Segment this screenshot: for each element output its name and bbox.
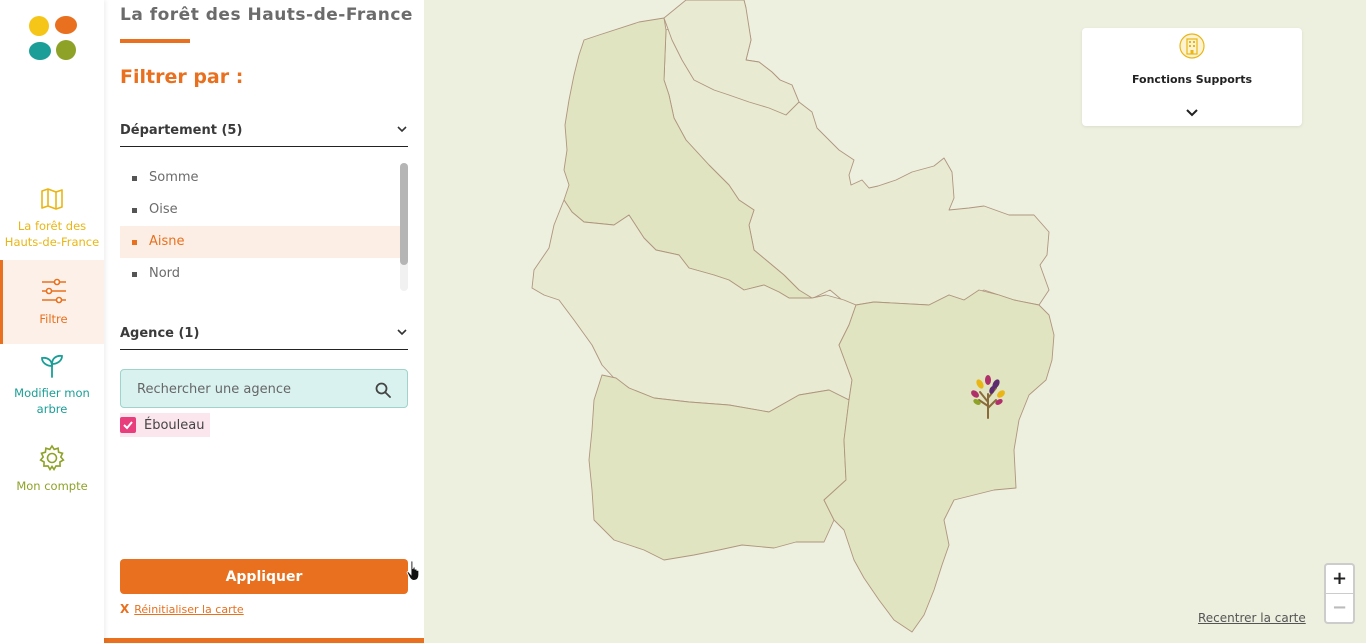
- fonctions-supports-card[interactable]: Fonctions Supports: [1082, 28, 1302, 126]
- list-item-label: Oise: [149, 202, 178, 217]
- chevron-down-icon: [397, 329, 407, 336]
- agence-dropdown[interactable]: Agence (1): [120, 320, 408, 350]
- nav-item-label: La forêt des Hauts-de-France: [4, 219, 100, 249]
- nav-item-foret[interactable]: La forêt des Hauts-de-France: [0, 186, 104, 250]
- filter-heading: Filtrer par :: [120, 66, 244, 88]
- page-title: La forêt des Hauts-de-France: [120, 5, 413, 25]
- nav-item-label: Modifier mon arbre: [14, 386, 90, 416]
- list-scrollbar-thumb[interactable]: [400, 163, 408, 265]
- nav-item-filtre[interactable]: Filtre: [0, 260, 104, 344]
- search-icon[interactable]: [375, 382, 391, 398]
- chevron-down-icon[interactable]: [1185, 108, 1199, 118]
- apply-button[interactable]: Appliquer: [120, 559, 408, 594]
- agence-search-input[interactable]: [137, 379, 367, 399]
- close-icon: X: [120, 602, 130, 616]
- zoom-control: + −: [1324, 563, 1355, 624]
- agence-option-label: Ébouleau: [144, 417, 205, 433]
- side-nav: La forêt des Hauts-de-France Filtre Modi…: [0, 0, 104, 643]
- gear-icon: [39, 444, 65, 472]
- reset-map-link[interactable]: Réinitialiser la carte: [134, 603, 243, 616]
- region-aisne[interactable]: [823, 289, 1055, 633]
- checkbox[interactable]: [120, 417, 136, 433]
- list-item[interactable]: Oise: [120, 194, 400, 226]
- list-item[interactable]: Somme: [120, 162, 400, 194]
- zoom-out-button[interactable]: −: [1326, 593, 1353, 621]
- departement-label: Département (5): [120, 123, 243, 138]
- filter-panel: La forêt des Hauts-de-France Filtrer par…: [104, 0, 424, 643]
- nav-item-mon-compte[interactable]: Mon compte: [0, 444, 104, 494]
- panel-bottom-bar: [104, 638, 424, 643]
- map-view[interactable]: Fonctions Supports + − Recentrer la cart…: [424, 0, 1366, 643]
- list-item-label: Aisne: [149, 234, 185, 249]
- bullet-icon: [132, 176, 137, 181]
- list-item-label: Nord: [149, 266, 181, 281]
- list-item[interactable]: Aisne: [120, 226, 400, 258]
- title-underline: [120, 39, 190, 43]
- zoom-in-button[interactable]: +: [1326, 565, 1353, 593]
- agence-search: [120, 369, 408, 408]
- app-root: La forêt des Hauts-de-France Filtre Modi…: [0, 0, 1366, 643]
- sprout-icon: [41, 354, 63, 378]
- chevron-down-icon: [397, 126, 407, 133]
- bullet-icon: [132, 240, 137, 245]
- list-item-label: Somme: [149, 170, 199, 185]
- sliders-icon: [41, 278, 66, 304]
- hand-cursor-icon: [406, 560, 420, 581]
- bullet-icon: [132, 208, 137, 213]
- nav-item-modifier-arbre[interactable]: Modifier mon arbre: [0, 353, 104, 417]
- fonctions-supports-label: Fonctions Supports: [1131, 73, 1253, 86]
- departement-list: Somme Oise Aisne Nord: [120, 162, 400, 292]
- nav-item-label: Mon compte: [16, 479, 88, 493]
- list-item[interactable]: Nord: [120, 258, 400, 290]
- check-icon: [123, 421, 133, 430]
- tree-icon[interactable]: [968, 372, 1008, 420]
- departement-dropdown[interactable]: Département (5): [120, 117, 408, 147]
- four-petal-logo-icon[interactable]: [28, 16, 80, 62]
- nav-item-label: Filtre: [39, 312, 68, 326]
- agence-label: Agence (1): [120, 326, 200, 341]
- building-icon: [1179, 33, 1205, 59]
- recenter-map-link[interactable]: Recentrer la carte: [1198, 611, 1306, 625]
- map-icon: [41, 188, 63, 210]
- reset-row: X Réinitialiser la carte: [120, 602, 244, 616]
- agence-option[interactable]: Ébouleau: [120, 413, 211, 437]
- bullet-icon: [132, 272, 137, 277]
